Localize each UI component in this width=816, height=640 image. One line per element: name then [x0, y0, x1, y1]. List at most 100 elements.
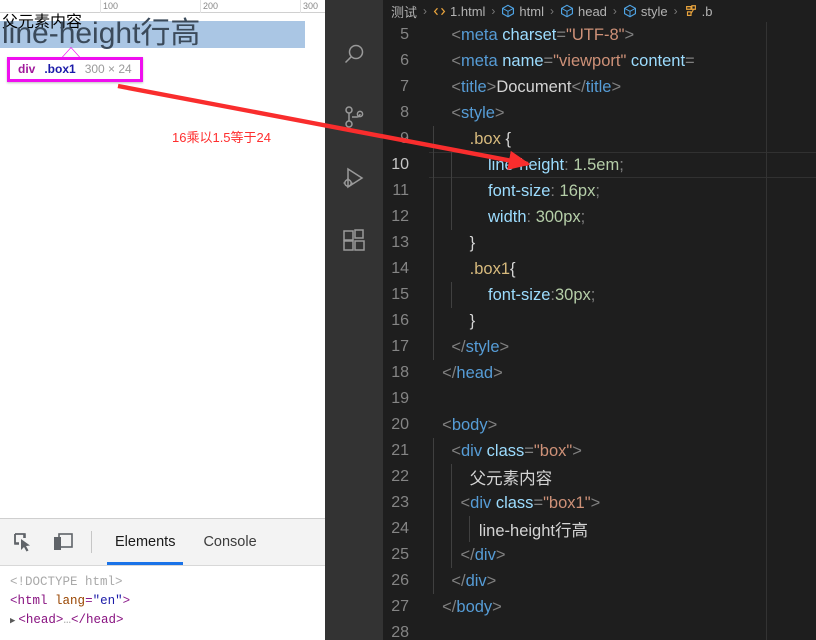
breadcrumb-item-测试[interactable]: 测试	[391, 2, 417, 21]
code-line-19[interactable]: 19	[383, 386, 816, 412]
line-number: 26	[391, 572, 409, 589]
breadcrumb-item-style[interactable]: style	[623, 4, 668, 19]
line-number: 19	[391, 390, 409, 407]
code-token: <	[433, 441, 461, 460]
inspect-element-icon[interactable]	[6, 525, 40, 559]
line-number: 23	[391, 494, 409, 511]
code-token: >	[495, 545, 506, 564]
code-token: </	[433, 571, 466, 590]
inspector-tooltip-badge: div .box1 300 × 24	[7, 57, 143, 82]
tab-elements[interactable]: Elements	[101, 519, 189, 565]
code-token: :	[550, 181, 560, 200]
line-content: <style>	[429, 103, 505, 123]
code-line-6[interactable]: 6 <meta name="viewport" content=	[383, 48, 816, 74]
code-token: </	[433, 597, 457, 616]
code-token: body	[456, 597, 493, 616]
breadcrumb-label: 1.html	[450, 3, 486, 19]
breadcrumb-item-.b[interactable]: .b	[684, 4, 712, 19]
code-line-9[interactable]: 9 .box {	[383, 126, 816, 152]
line-content: font-size:30px;	[429, 286, 595, 305]
breadcrumb-separator: ›	[423, 4, 428, 18]
line-number: 10	[391, 156, 409, 173]
line-number: 25	[391, 546, 409, 563]
code-line-14[interactable]: 14 .box1{	[383, 256, 816, 282]
run-and-debug-icon[interactable]	[325, 148, 383, 210]
extensions-icon[interactable]	[325, 210, 383, 272]
line-content: </head>	[429, 364, 503, 383]
code-token: >	[494, 103, 505, 122]
symbol-ruler-icon	[684, 4, 698, 18]
code-line-8[interactable]: 8 <style>	[383, 100, 816, 126]
code-line-23[interactable]: 23 <div class="box1">	[383, 490, 816, 516]
code-token: "box"	[533, 441, 573, 460]
expand-triangle-icon[interactable]: ▶	[10, 616, 15, 626]
code-line-12[interactable]: 12 width: 300px;	[383, 204, 816, 230]
code-token: <	[433, 51, 461, 70]
line-number: 5	[400, 26, 409, 43]
breadcrumb-item-1.html[interactable]: 1.html	[433, 4, 485, 19]
html-file-icon	[433, 5, 446, 18]
code-line-10[interactable]: 10 line-height: 1.5em;	[383, 152, 816, 178]
code-token: >	[487, 415, 498, 434]
code-token: charset	[497, 25, 557, 44]
code-token: "viewport"	[553, 51, 627, 70]
code-token: >	[493, 363, 503, 382]
badge-dimensions: 300 × 24	[84, 62, 132, 76]
breadcrumb-item-head[interactable]: head	[560, 4, 607, 19]
code-line-22[interactable]: 22 父元素内容	[383, 464, 816, 490]
code-line-26[interactable]: 26 </div>	[383, 568, 816, 594]
dom-row[interactable]: <html lang="en">	[10, 592, 325, 611]
code-token: "UTF-8"	[566, 25, 625, 44]
html-tag: html	[17, 594, 48, 608]
code-line-27[interactable]: 27 </body>	[383, 594, 816, 620]
code-token: =	[524, 441, 534, 460]
lang-value: "en"	[92, 594, 123, 608]
line-number: 6	[400, 52, 409, 69]
breadcrumb-label: style	[640, 3, 668, 19]
code-line-7[interactable]: 7 <title>Document</title>	[383, 74, 816, 100]
open-bracket: <	[10, 594, 18, 608]
code-line-11[interactable]: 11 font-size: 16px;	[383, 178, 816, 204]
code-token: {	[510, 259, 516, 278]
code-line-5[interactable]: 5 <meta charset="UTF-8">	[383, 22, 816, 48]
line-number: 20	[391, 416, 409, 433]
code-line-24[interactable]: 24 line-height行高	[383, 516, 816, 542]
line-content: }	[429, 312, 476, 331]
tab-console[interactable]: Console	[189, 519, 270, 565]
equals: =	[85, 594, 93, 608]
line-number: 14	[391, 260, 409, 277]
dom-row[interactable]: ▶ <head>…</head>	[10, 611, 325, 631]
line-number: 22	[391, 468, 409, 485]
code-token: <	[433, 25, 461, 44]
line-number: 12	[391, 208, 409, 225]
code-token: font-size	[433, 181, 551, 200]
head-open-tag: <head>	[18, 613, 64, 627]
source-control-icon[interactable]	[325, 86, 383, 148]
breadcrumb-item-html[interactable]: html	[501, 4, 544, 19]
code-token: line-height	[433, 155, 565, 174]
search-icon[interactable]	[325, 24, 383, 86]
code-line-17[interactable]: 17 </style>	[383, 334, 816, 360]
ruler-tick: 300	[300, 0, 318, 12]
code-line-13[interactable]: 13 }	[383, 230, 816, 256]
code-line-18[interactable]: 18 </head>	[383, 360, 816, 386]
code-line-20[interactable]: 20 <body>	[383, 412, 816, 438]
code-token: ;	[580, 207, 586, 226]
breadcrumb-label: head	[577, 3, 607, 19]
ruler-tick: 100	[100, 0, 118, 12]
dom-row[interactable]: <!DOCTYPE html>	[10, 573, 325, 592]
code-line-21[interactable]: 21 <div class="box">	[383, 438, 816, 464]
code-line-15[interactable]: 15 font-size:30px;	[383, 282, 816, 308]
code-token: 父元素内容	[433, 470, 553, 488]
device-toolbar-icon[interactable]	[46, 525, 80, 559]
code-line-16[interactable]: 16 }	[383, 308, 816, 334]
code-line-28[interactable]: 28	[383, 620, 816, 640]
code-token: </	[433, 337, 466, 356]
head-close-tag: </head>	[70, 613, 124, 627]
code-token: div	[470, 493, 492, 512]
code-lines-container[interactable]: 5 <meta charset="UTF-8"> 6 <meta name="vi…	[383, 22, 816, 640]
code-line-25[interactable]: 25 </div>	[383, 542, 816, 568]
code-token: 300px	[535, 207, 581, 226]
line-number: 27	[391, 598, 409, 615]
line-content: </div>	[429, 545, 506, 565]
